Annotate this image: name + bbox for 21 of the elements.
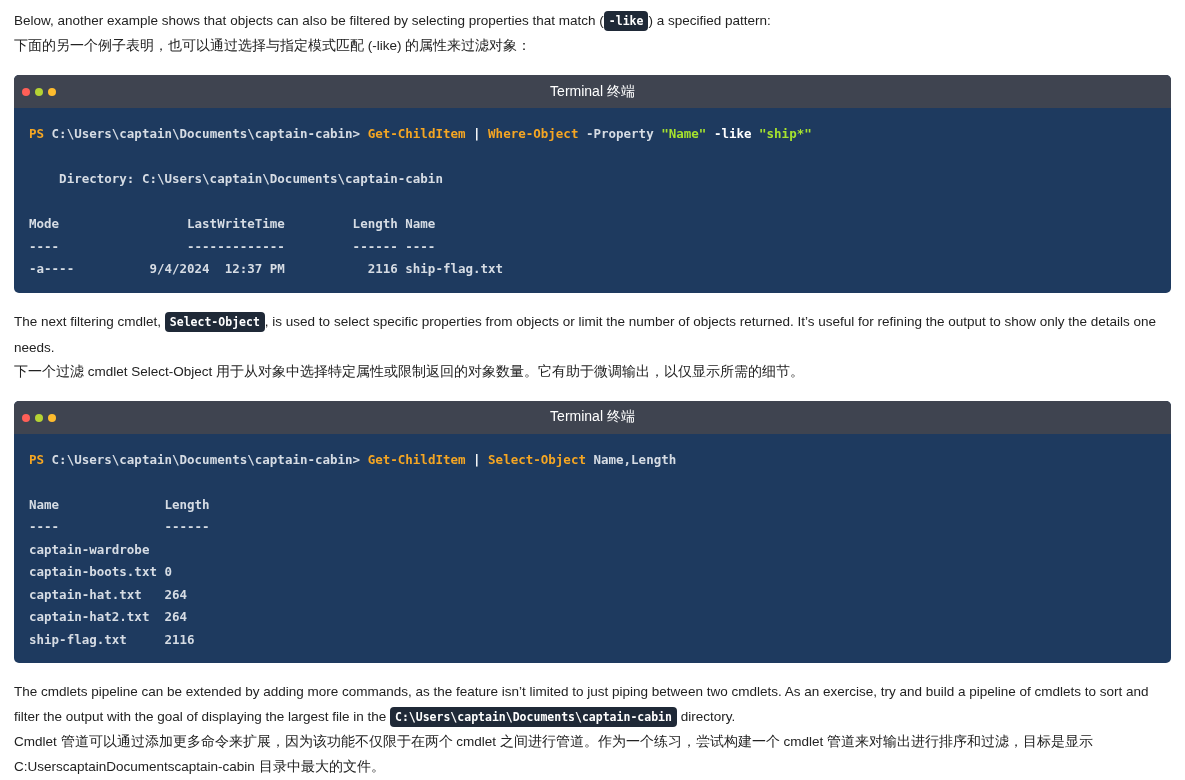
terminal-line: Mode LastWriteTime Length Name [29,215,437,233]
terminal-line: ---- ------ [29,518,211,536]
terminal-title: Terminal 终端 [550,408,635,426]
terminal-line: ship-flag.txt 2116 [29,630,196,649]
paragraph: 下一个过滤 cmdlet Select-Object 用于从对象中选择特定属性或限制返回的对象数量。它有助于微调输出，以仅显示所需的细节。 [14,362,806,381]
terminal-line: captain-wardrobe [29,540,151,559]
terminal-line: PS C:\Users\captain\Documents\captain-cabin> Get-ChildItem | Where-Object -Property "Name" -like "ship*" [29,125,813,143]
terminal-line: captain-boots.txt 0 [29,563,173,581]
paragraph: Cmdlet 管道可以通过添加更多命令来扩展，因为该功能不仅限于在两个 cmdlet 之间进行管道。作为一个练习，尝试构建一个 cmdlet 管道来对输出进行排序和过滤，目标是显示 C:UserscaptainDocumentscaptain-cabin 目录中最大的文件。 [14,733,1095,776]
terminal-line: PS C:\Users\captain\Documents\captain-cabin> Get-ChildItem | Select-Object Name,Length [29,450,678,469]
terminal-line: Name Length [29,495,211,514]
terminal-line: ---- ------------- ------ ---- [29,237,437,256]
terminal-line: -a---- 9/4/2024 12:37 PM 2116 ship-flag.txt [29,260,505,278]
paragraph: Below, another example shows that objects can also be filtered by selecting properties that match ( -like ) a specified pattern: [14,8,1171,34]
terminal-line: captain-hat.txt 264 [29,585,189,604]
terminal-title: Terminal 终端 [550,82,635,101]
paragraph: The cmdlets pipeline can be extended by adding more commands, as the feature isn’t limited to just piping between two cmdlets. As an exercise, try and build a pipeline of cmdlets to sort and filter the output with the goal of displaying the largest file in the C:\Users\captain\Documents\captain-cabin directory. [14,679,1171,730]
terminal-line: captain-hat2.txt 264 [29,608,189,626]
paragraph: The next filtering cmdlet, Select-Object , is used to select specific properties from objects or limit the number of objects returned. It’s useful for refining the output to show only the details one needs. [14,310,1158,357]
paragraph: 下面的另一个例子表明，也可以通过选择与指定模式匹配 (-like) 的属性来过滤对象： [14,37,533,55]
terminal-line: Directory: C:\Users\captain\Documents\captain-cabin [58,170,444,188]
